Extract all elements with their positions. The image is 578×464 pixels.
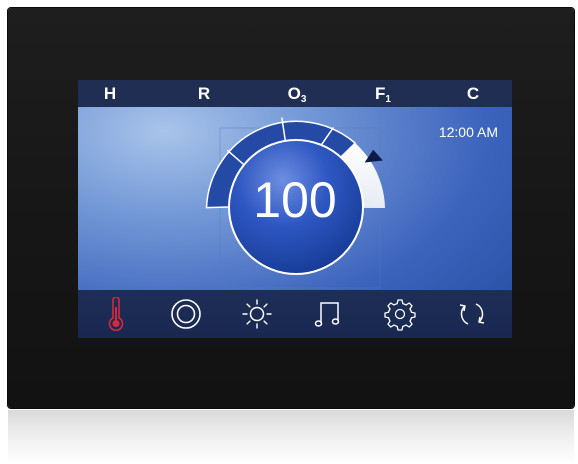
thermometer-icon xyxy=(108,297,124,331)
heat-button[interactable] xyxy=(94,296,138,332)
function-bar xyxy=(78,290,512,338)
jets-button[interactable] xyxy=(164,296,208,332)
music-button[interactable] xyxy=(306,296,350,332)
cycle-arrows-icon xyxy=(459,303,485,325)
cycle-button[interactable] xyxy=(450,296,494,332)
settings-gear-icon xyxy=(384,299,416,331)
music-icon xyxy=(314,302,340,327)
setpoint-value: 100 xyxy=(253,172,337,228)
light-button[interactable] xyxy=(235,296,279,332)
device-reflection xyxy=(8,410,574,464)
touch-screen: H R O3 F1 C 12:00 AM 100 xyxy=(78,80,512,338)
control-panel-device: H R O3 F1 C 12:00 AM 100 xyxy=(0,0,578,464)
light-icon xyxy=(242,299,272,329)
jets-icon xyxy=(171,299,201,329)
settings-button[interactable] xyxy=(378,296,422,332)
